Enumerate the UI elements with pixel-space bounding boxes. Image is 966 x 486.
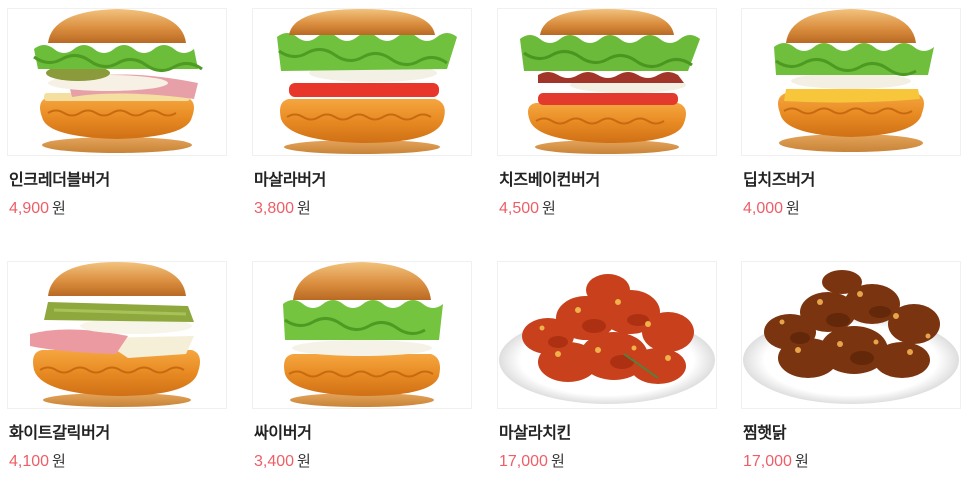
product-price: 4,100 원	[9, 452, 66, 470]
product-name[interactable]: 딥치즈버거	[743, 170, 961, 190]
product-price: 17,000 원	[499, 452, 565, 470]
product-image[interactable]	[7, 8, 227, 156]
product-image[interactable]	[252, 8, 472, 156]
product-name[interactable]: 마살라치킨	[499, 423, 717, 443]
product-name[interactable]: 인크레더블버거	[9, 170, 227, 190]
product-price: 4,000 원	[743, 199, 800, 217]
product-image[interactable]	[741, 261, 961, 409]
product-card[interactable]: 인크레더블버거 4,900 원	[7, 8, 227, 219]
product-price: 3,400 원	[254, 452, 311, 470]
product-price: 4,500 원	[499, 199, 556, 217]
product-name[interactable]: 마살라버거	[254, 170, 472, 190]
product-card[interactable]: 딥치즈버거 4,000 원	[741, 8, 961, 219]
product-price: 3,800 원	[254, 199, 311, 217]
product-card[interactable]: 싸이버거 3,400 원	[252, 261, 472, 472]
product-card[interactable]: 치즈베이컨버거 4,500 원	[497, 8, 717, 219]
product-name[interactable]: 찜햇닭	[743, 423, 961, 443]
product-image[interactable]	[741, 8, 961, 156]
product-image[interactable]	[252, 261, 472, 409]
product-card[interactable]: 화이트갈릭버거 4,100 원	[7, 261, 227, 472]
product-price: 4,900 원	[9, 199, 66, 217]
product-name[interactable]: 화이트갈릭버거	[9, 423, 227, 443]
product-image[interactable]	[7, 261, 227, 409]
product-card[interactable]: 마살라치킨 17,000 원	[497, 261, 717, 472]
product-grid: 인크레더블버거 4,900 원 마살라버거 3,800 원 치즈베이컨버거 4,…	[0, 0, 966, 486]
product-image[interactable]	[497, 8, 717, 156]
product-price: 17,000 원	[743, 452, 809, 470]
product-card[interactable]: 찜햇닭 17,000 원	[741, 261, 961, 472]
product-image[interactable]	[497, 261, 717, 409]
product-name[interactable]: 치즈베이컨버거	[499, 170, 717, 190]
product-card[interactable]: 마살라버거 3,800 원	[252, 8, 472, 219]
product-name[interactable]: 싸이버거	[254, 423, 472, 443]
